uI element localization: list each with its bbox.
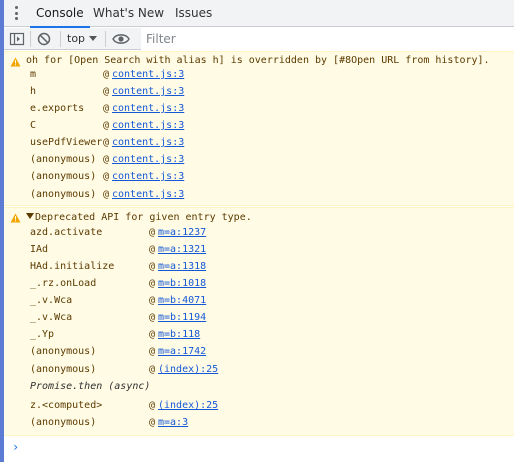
frame-function: usePdfViewer (30, 137, 103, 148)
frame-function: (anonymous) (30, 189, 97, 200)
console-toolbar: top (4, 28, 514, 50)
frame-at: @ (103, 103, 110, 114)
frame-at: @ (149, 312, 156, 323)
frame-source-link[interactable]: content.js:3 (112, 102, 184, 116)
frame-at: @ (149, 346, 156, 357)
warning-message-text: oh for [Open Search with alias h] is ove… (26, 55, 490, 66)
frame-at: @ (149, 278, 156, 289)
frame-function: C (30, 120, 37, 131)
frame-source-link[interactable]: content.js:3 (112, 68, 184, 82)
frame-at: @ (149, 364, 156, 375)
frame-at: @ (103, 120, 110, 131)
live-expression-eye-icon[interactable] (112, 32, 130, 46)
toolbar-divider (30, 31, 31, 47)
drawer-tab-bar: Console What's New Issues (4, 0, 514, 28)
frame-source-link[interactable]: m=b:118 (158, 328, 200, 342)
frame-function: _.rz.onLoad (30, 278, 97, 289)
frame-at: @ (149, 400, 156, 411)
frame-source-link[interactable]: (index):25 (158, 363, 218, 377)
frame-source-link[interactable]: content.js:3 (112, 170, 184, 184)
frame-at: @ (149, 227, 156, 238)
frame-function: IAd (30, 244, 49, 255)
frame-function: z.<computed> (30, 400, 103, 411)
frame-function: azd.activate (30, 227, 103, 238)
warning-icon (10, 213, 21, 223)
frame-at: @ (103, 69, 110, 80)
tab-whats-new[interactable]: What's New (93, 0, 164, 27)
frame-function: _.Yp (30, 329, 55, 340)
frame-source-link[interactable]: content.js:3 (112, 85, 184, 99)
frame-function: _.v.Wca (30, 295, 73, 306)
frame-function: HAd.initialize (30, 261, 115, 272)
frame-at: @ (149, 295, 156, 306)
context-dropdown-arrow-icon[interactable] (89, 36, 97, 41)
frame-at: @ (103, 154, 110, 165)
frame-source-link[interactable]: m=b:4071 (158, 294, 206, 308)
frame-at: @ (149, 244, 156, 255)
frame-at: @ (103, 137, 110, 148)
tab-console[interactable]: Console (30, 0, 90, 28)
console-messages: oh for [Open Search with alias h] is ove… (4, 51, 514, 462)
tab-issues[interactable]: Issues (175, 0, 212, 27)
frame-at: @ (103, 189, 110, 200)
warning-message-text: Deprecated API for given entry type. (35, 212, 252, 223)
expand-triangle-icon[interactable] (26, 213, 34, 219)
clear-console-icon[interactable] (36, 31, 52, 47)
filter-input[interactable] (141, 28, 514, 50)
show-sidebar-icon[interactable] (9, 31, 25, 47)
toolbar-divider (60, 31, 61, 47)
more-options-icon[interactable] (14, 6, 18, 20)
frame-function: e.exports (30, 103, 85, 114)
frame-function: (anonymous) (30, 154, 97, 165)
toolbar-divider (105, 31, 106, 47)
frame-at: @ (103, 171, 110, 182)
frame-at: @ (149, 417, 156, 428)
warning-text[interactable]: oh for [Open Search with alias h] is ove… (26, 55, 490, 66)
frame-source-link[interactable]: m=a:1318 (158, 260, 206, 274)
frame-at: @ (149, 329, 156, 340)
warning-message: Deprecated API for given entry type. azd… (4, 207, 514, 436)
console-prompt[interactable]: › (12, 440, 19, 454)
async-boundary-label: Promise.then (async) (30, 381, 151, 392)
frame-source-link[interactable]: m=a:1742 (158, 345, 206, 359)
frame-function: (anonymous) (30, 417, 97, 428)
frame-function: (anonymous) (30, 364, 97, 375)
frame-source-link[interactable]: m=a:3 (158, 416, 188, 430)
frame-source-link[interactable]: content.js:3 (112, 136, 184, 150)
frame-source-link[interactable]: m=b:1018 (158, 277, 206, 291)
warning-icon (10, 57, 21, 67)
context-selector[interactable]: top (67, 28, 85, 50)
warning-text[interactable]: Deprecated API for given entry type. (26, 212, 252, 223)
frame-source-link[interactable]: m=a:1321 (158, 243, 206, 257)
warning-message: oh for [Open Search with alias h] is ove… (4, 51, 514, 206)
frame-function: (anonymous) (30, 171, 97, 182)
frame-source-link[interactable]: content.js:3 (112, 119, 184, 133)
frame-source-link[interactable]: m=b:1194 (158, 311, 206, 325)
frame-function: _.v.Wca (30, 312, 73, 323)
frame-source-link[interactable]: content.js:3 (112, 188, 184, 202)
frame-function: m (30, 69, 37, 80)
frame-at: @ (103, 86, 110, 97)
frame-source-link[interactable]: content.js:3 (112, 153, 184, 167)
frame-source-link[interactable]: m=a:1237 (158, 226, 206, 240)
frame-source-link[interactable]: (index):25 (158, 399, 218, 413)
frame-at: @ (149, 261, 156, 272)
frame-function: h (30, 86, 37, 97)
frame-function: (anonymous) (30, 346, 97, 357)
